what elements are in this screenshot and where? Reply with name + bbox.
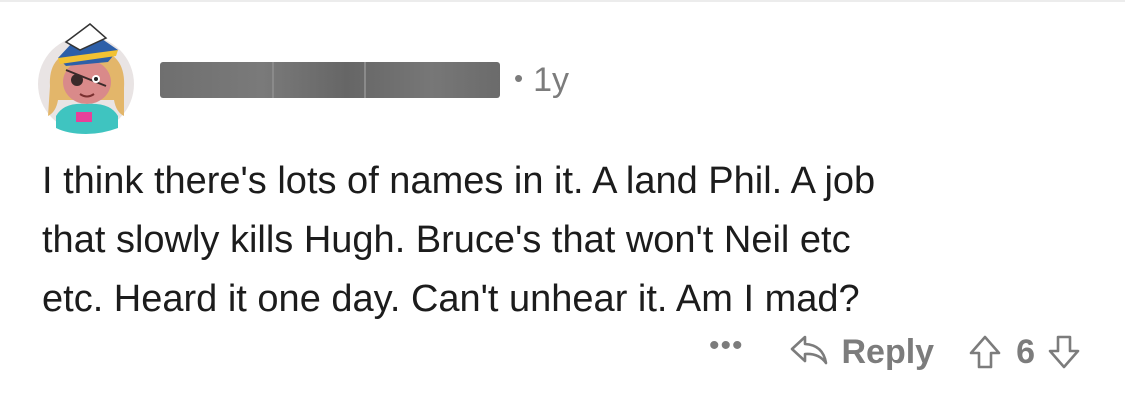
reply-button[interactable]: Reply [789,333,934,372]
avatar-illustration [38,23,134,134]
vote-score: 6 [1016,332,1035,371]
reply-arrow-icon [789,333,841,372]
more-options-button[interactable]: ••• [709,324,744,368]
meta-separator: • [514,63,524,93]
redaction-seam [272,62,274,98]
redacted-username [160,62,500,98]
downvote-arrow-icon[interactable] [1047,334,1081,370]
comment-line: that slowly kills Hugh. Bruce's that won… [42,219,851,261]
reply-label: Reply [841,332,935,371]
comment-actions: ••• Reply 6 [709,329,1081,374]
comment-timestamp: 1y [533,61,570,99]
vote-controls: 6 [968,333,1081,372]
comment-line: I think there's lots of names in it. A l… [42,160,876,202]
comment-meta: • 1y [514,58,569,100]
redaction-seam [364,62,366,98]
upvote-arrow-icon[interactable] [968,334,1002,370]
user-avatar[interactable] [36,16,136,134]
comment-line: etc. Heard it one day. Can't unhear it. … [42,278,860,320]
comment-card: • 1y I think there's lots of names in it.… [0,0,1125,400]
comment-body: I think there's lots of names in it. A l… [42,152,1092,329]
